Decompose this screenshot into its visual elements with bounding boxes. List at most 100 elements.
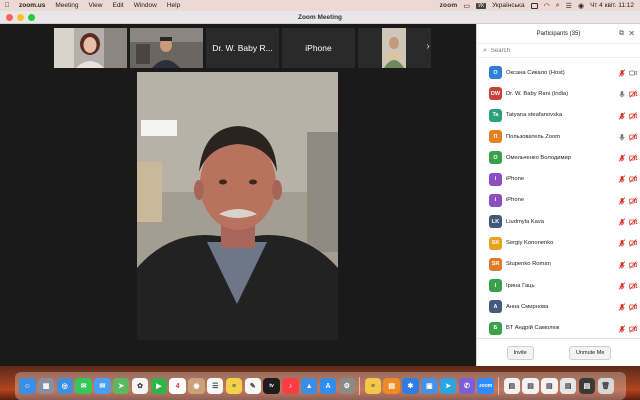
dock-facetime-icon[interactable]: ▶	[150, 377, 168, 395]
apple-icon[interactable]: 	[0, 2, 14, 9]
dock-photos-icon[interactable]: ✿	[131, 377, 149, 395]
keyboard-layout-label[interactable]: Українська	[492, 2, 525, 9]
dock-contacts-icon[interactable]: ◉	[188, 377, 205, 395]
mic-icon[interactable]	[618, 133, 626, 141]
dock-mail-icon[interactable]: ✉	[94, 377, 111, 395]
mic-muted-icon[interactable]	[618, 303, 626, 312]
search-icon[interactable]: ⌕	[556, 2, 560, 10]
dock-reminders-icon[interactable]: ☰	[206, 377, 224, 395]
dock-doc-5-icon[interactable]: ▤	[578, 377, 596, 395]
battery-icon[interactable]	[530, 2, 538, 9]
dock-system-settings-icon[interactable]: ⚙	[338, 377, 356, 395]
dock-safari-icon[interactable]: ◎	[56, 377, 74, 395]
participant-row[interactable]: SK Sergiy Kononenko	[477, 232, 640, 253]
dock-zoom-icon[interactable]: zoom	[477, 377, 494, 395]
video-off-icon[interactable]	[629, 133, 637, 141]
participant-row[interactable]: O Омельченко Володимир	[477, 147, 640, 168]
screen-share-icon[interactable]: ▭	[463, 2, 470, 10]
dock-messages-icon[interactable]: ✉	[75, 377, 92, 395]
dock-keynote-icon[interactable]: ▲	[300, 377, 318, 395]
dock-app-store-icon[interactable]: A	[319, 377, 337, 395]
menu-meeting[interactable]: Meeting	[50, 2, 83, 9]
zoom-status-item[interactable]: zoom	[440, 2, 458, 9]
dock-freeform-icon[interactable]: ✎	[244, 377, 262, 395]
mic-muted-icon[interactable]	[618, 260, 626, 269]
dock-notes-yellow-icon[interactable]: ≡	[364, 377, 382, 395]
menu-view[interactable]: View	[84, 2, 108, 9]
dock-books-icon[interactable]: ▤	[383, 377, 400, 395]
participants-search-input[interactable]	[490, 47, 621, 54]
unmute-me-button[interactable]: Unmute Me	[568, 345, 612, 360]
gallery-tile-video-3[interactable]	[358, 28, 431, 68]
participant-row[interactable]: Б БТ Андрій Самолюк	[477, 318, 640, 339]
popout-icon[interactable]: ⧉	[619, 30, 624, 38]
dock-notes-icon[interactable]: ≡	[225, 377, 243, 395]
video-off-icon[interactable]	[629, 239, 637, 248]
participant-row[interactable]: П Пользователь Zoom	[477, 126, 640, 147]
video-off-icon[interactable]	[629, 111, 637, 120]
mic-muted-icon[interactable]	[618, 324, 626, 333]
gallery-tile-video-2[interactable]	[130, 28, 203, 68]
mic-muted-icon[interactable]	[618, 111, 626, 120]
dock-music-icon[interactable]: ♪	[282, 377, 299, 395]
video-off-icon[interactable]	[629, 218, 637, 226]
dock-doc-4-icon[interactable]: ▤	[559, 377, 577, 395]
control-center-icon[interactable]: ☰	[566, 2, 572, 10]
video-off-icon[interactable]	[629, 324, 637, 333]
clock[interactable]: Чт 4 квіт. 11:12	[590, 2, 634, 9]
video-off-icon[interactable]	[629, 260, 637, 269]
gallery-next-button[interactable]: ›	[422, 41, 434, 52]
gallery-tile-video-1[interactable]	[54, 28, 127, 68]
mic-muted-icon[interactable]	[618, 154, 626, 162]
gallery-tile-name-1[interactable]: Dr. W. Baby R...	[206, 28, 279, 68]
mic-muted-icon[interactable]	[618, 69, 626, 77]
participant-row[interactable]: i iPhone	[477, 190, 640, 211]
dock-doc-3-icon[interactable]: ▤	[541, 377, 558, 395]
wifi-icon[interactable]: ◠	[544, 2, 550, 10]
participant-avatar: SR	[489, 257, 502, 271]
mic-muted-icon[interactable]	[618, 175, 626, 184]
menu-edit[interactable]: Edit	[107, 2, 128, 9]
dock-maps-icon[interactable]: ➤	[112, 377, 130, 395]
siri-icon[interactable]: ◉	[578, 2, 584, 10]
gallery-tile-name-2[interactable]: iPhone	[282, 28, 355, 68]
participant-row[interactable]: SR Stupenko Roman	[477, 254, 640, 275]
mic-muted-icon[interactable]	[618, 218, 626, 226]
video-icon[interactable]	[629, 69, 637, 77]
menu-help[interactable]: Help	[162, 2, 185, 9]
mic-muted-icon[interactable]	[618, 282, 626, 290]
keyboard-layout-badge[interactable]: УК	[476, 2, 487, 9]
dock-tv-icon[interactable]: tv	[263, 377, 280, 395]
dock-telegram-icon[interactable]: ➤	[439, 377, 457, 395]
participant-row[interactable]: DW Dr. W. Baby Rani (India)	[477, 83, 640, 104]
dock-doc-2-icon[interactable]: ▤	[522, 377, 539, 395]
participant-row[interactable]: A Анна Смирнова	[477, 296, 640, 317]
participant-row[interactable]: O Оксана Сикало (Host)	[477, 62, 640, 83]
mic-muted-icon[interactable]	[618, 239, 626, 248]
dock-doc-1-icon[interactable]: ▤	[503, 377, 521, 395]
video-off-icon[interactable]	[629, 196, 637, 205]
invite-button[interactable]: Invite	[506, 345, 534, 360]
participant-row[interactable]: LK Liudmyla Kava	[477, 211, 640, 232]
dock-files-icon[interactable]: ▣	[421, 377, 438, 395]
mic-icon[interactable]	[618, 90, 626, 98]
video-off-icon[interactable]	[629, 303, 637, 312]
close-panel-icon[interactable]: ✕	[628, 29, 635, 38]
dock-trash-icon[interactable]: 🗑	[597, 377, 614, 395]
menu-app[interactable]: zoom.us	[14, 2, 50, 9]
dock-bluetooth-icon[interactable]: ✱	[402, 377, 419, 395]
video-off-icon[interactable]	[629, 175, 637, 184]
dock-finder-icon[interactable]: ☺	[19, 377, 36, 395]
mic-muted-icon[interactable]	[618, 197, 626, 205]
dock-viber-icon[interactable]: ✆	[458, 377, 476, 395]
participant-row[interactable]: I Ірина Гаць	[477, 275, 640, 296]
menu-window[interactable]: Window	[129, 2, 162, 9]
participant-row[interactable]: Ta Tatyana steafanovska	[477, 105, 640, 126]
participant-row[interactable]: i iPhone	[477, 168, 640, 189]
dock-launchpad-icon[interactable]: ▦	[37, 377, 55, 395]
dock-calendar-icon[interactable]: 4	[169, 377, 186, 395]
video-off-icon[interactable]	[629, 282, 637, 290]
active-speaker-video[interactable]	[137, 72, 338, 340]
video-off-icon[interactable]	[629, 90, 637, 99]
video-off-icon[interactable]	[629, 154, 637, 162]
